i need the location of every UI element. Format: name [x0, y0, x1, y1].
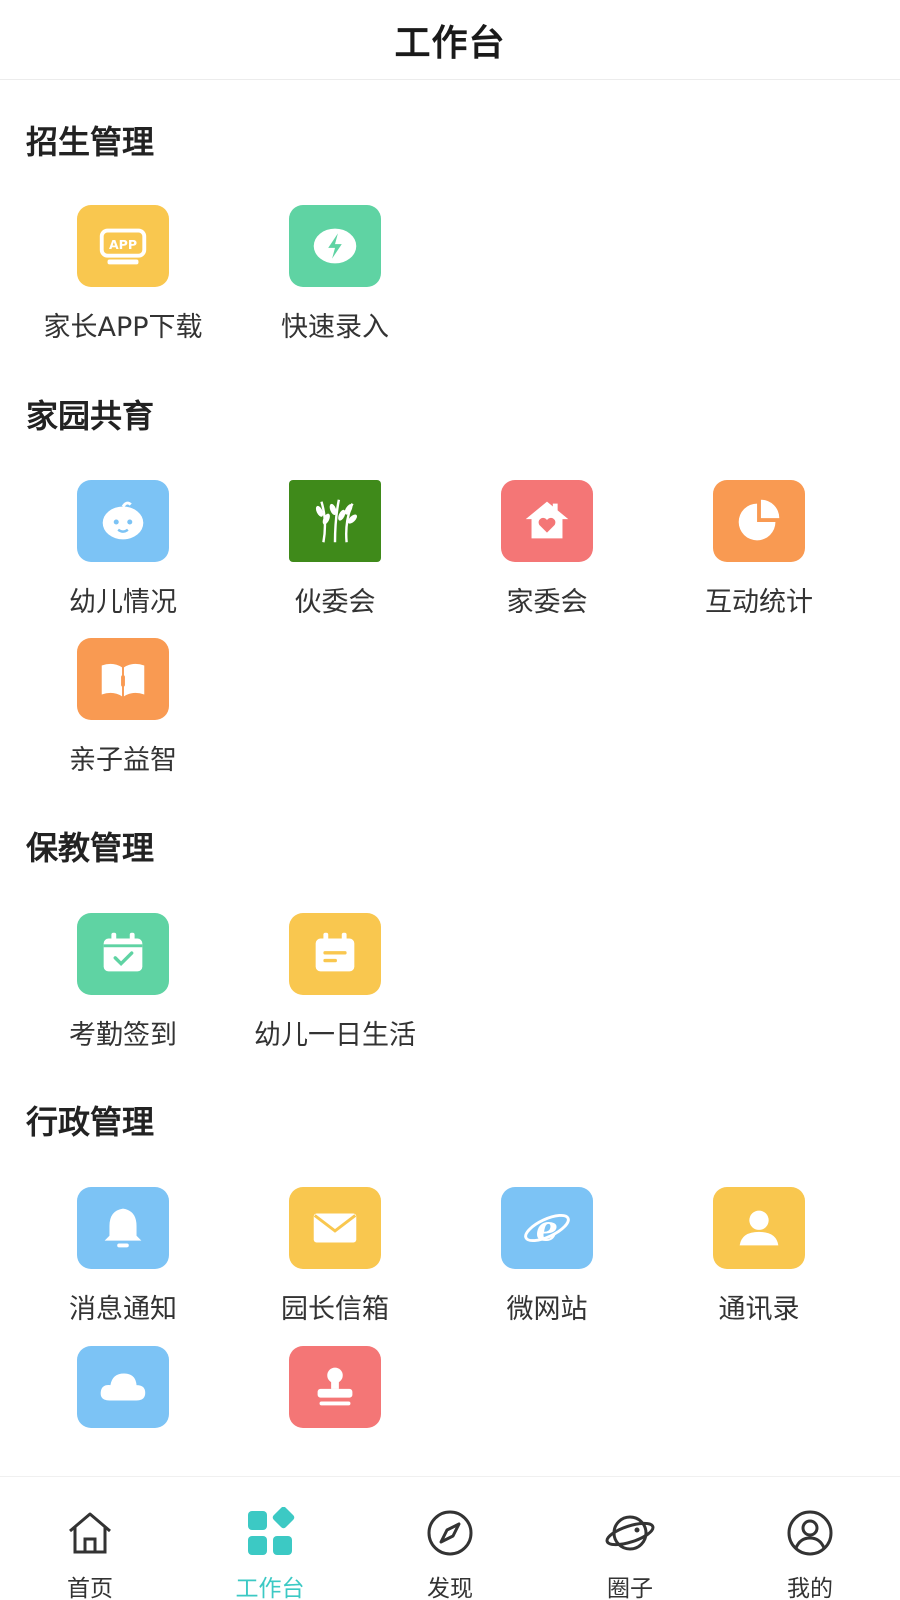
tile-micro-website[interactable]: e 微网站 — [447, 1187, 647, 1337]
section-title-administration: 行政管理 — [26, 1103, 155, 1141]
wheat-icon — [289, 480, 381, 562]
tile-label: 亲子益智 — [69, 745, 177, 776]
tile-label: 快速录入 — [281, 312, 389, 343]
tile-parent-child-puzzle[interactable]: 亲子益智 — [23, 638, 223, 788]
tile-cloud[interactable] — [23, 1346, 223, 1476]
baby-face-icon — [77, 480, 169, 562]
lightning-icon — [289, 205, 381, 287]
tab-circle[interactable]: 圈子 — [540, 1477, 720, 1600]
tile-meal-committee[interactable]: 伙委会 — [235, 480, 435, 630]
user-icon — [784, 1507, 836, 1563]
planet-icon — [604, 1507, 656, 1563]
section-title-home-school: 家园共育 — [26, 397, 155, 435]
tab-home[interactable]: 首页 — [0, 1477, 180, 1600]
tile-label: 互动统计 — [705, 587, 813, 618]
pie-chart-icon — [713, 480, 805, 562]
app-download-icon: APP — [77, 205, 169, 287]
tab-label: 我的 — [787, 1576, 833, 1600]
tile-label: 伙委会 — [294, 587, 376, 618]
cloud-icon — [77, 1346, 169, 1428]
tile-parent-committee[interactable]: 家委会 — [447, 480, 647, 630]
tab-label: 首页 — [67, 1576, 113, 1600]
section-title-care-education: 保教管理 — [26, 829, 155, 867]
app-header: 工作台 — [0, 0, 900, 80]
tile-attendance[interactable]: 考勤签到 — [23, 913, 223, 1063]
page-title: 工作台 — [394, 22, 506, 64]
section-title-enrollment: 招生管理 — [26, 123, 155, 161]
tile-label: 幼儿情况 — [69, 587, 177, 618]
tile-parent-app-download[interactable]: APP 家长APP下载 — [23, 205, 223, 355]
svg-text:APP: APP — [109, 237, 137, 252]
tile-notifications[interactable]: 消息通知 — [23, 1187, 223, 1337]
tile-contacts[interactable]: 通讯录 — [659, 1187, 859, 1337]
tile-label: 园长信箱 — [281, 1294, 389, 1325]
tile-label: 通讯录 — [718, 1294, 800, 1325]
tab-label: 圈子 — [607, 1576, 653, 1600]
browser-e-icon: e — [501, 1187, 593, 1269]
house-heart-icon — [501, 480, 593, 562]
workbench-icon — [244, 1506, 296, 1563]
tile-label: 家长APP下载 — [43, 312, 203, 343]
tab-mine[interactable]: 我的 — [720, 1477, 900, 1600]
envelope-icon — [289, 1187, 381, 1269]
tab-workbench[interactable]: 工作台 — [180, 1477, 360, 1600]
tile-label: 微网站 — [506, 1294, 588, 1325]
bottom-tab-bar: 首页 工作台 发现 圈子 我的 — [0, 1476, 900, 1600]
tab-label: 发现 — [427, 1576, 473, 1600]
contact-icon — [713, 1187, 805, 1269]
tile-label: 幼儿一日生活 — [254, 1020, 416, 1051]
tile-label: 家委会 — [506, 587, 588, 618]
stamp-icon — [289, 1346, 381, 1428]
home-icon — [64, 1507, 116, 1563]
calendar-check-icon — [77, 913, 169, 995]
tab-discover[interactable]: 发现 — [360, 1477, 540, 1600]
tile-label: 消息通知 — [69, 1294, 177, 1325]
tile-interaction-stats[interactable]: 互动统计 — [659, 480, 859, 630]
tile-label: 考勤签到 — [69, 1020, 177, 1051]
bell-icon — [77, 1187, 169, 1269]
book-icon — [77, 638, 169, 720]
tile-daily-life[interactable]: 幼儿一日生活 — [235, 913, 435, 1063]
calendar-note-icon — [289, 913, 381, 995]
tab-label: 工作台 — [235, 1576, 305, 1600]
tile-quick-entry[interactable]: 快速录入 — [235, 205, 435, 355]
tile-child-status[interactable]: 幼儿情况 — [23, 480, 223, 630]
compass-icon — [424, 1507, 476, 1563]
workbench-content[interactable]: 招生管理 APP 家长APP下载 快速录入 家园共育 幼儿情况 伙委会 家委会 — [0, 81, 900, 1476]
tile-principal-mailbox[interactable]: 园长信箱 — [235, 1187, 435, 1337]
tile-stamp[interactable] — [235, 1346, 435, 1476]
